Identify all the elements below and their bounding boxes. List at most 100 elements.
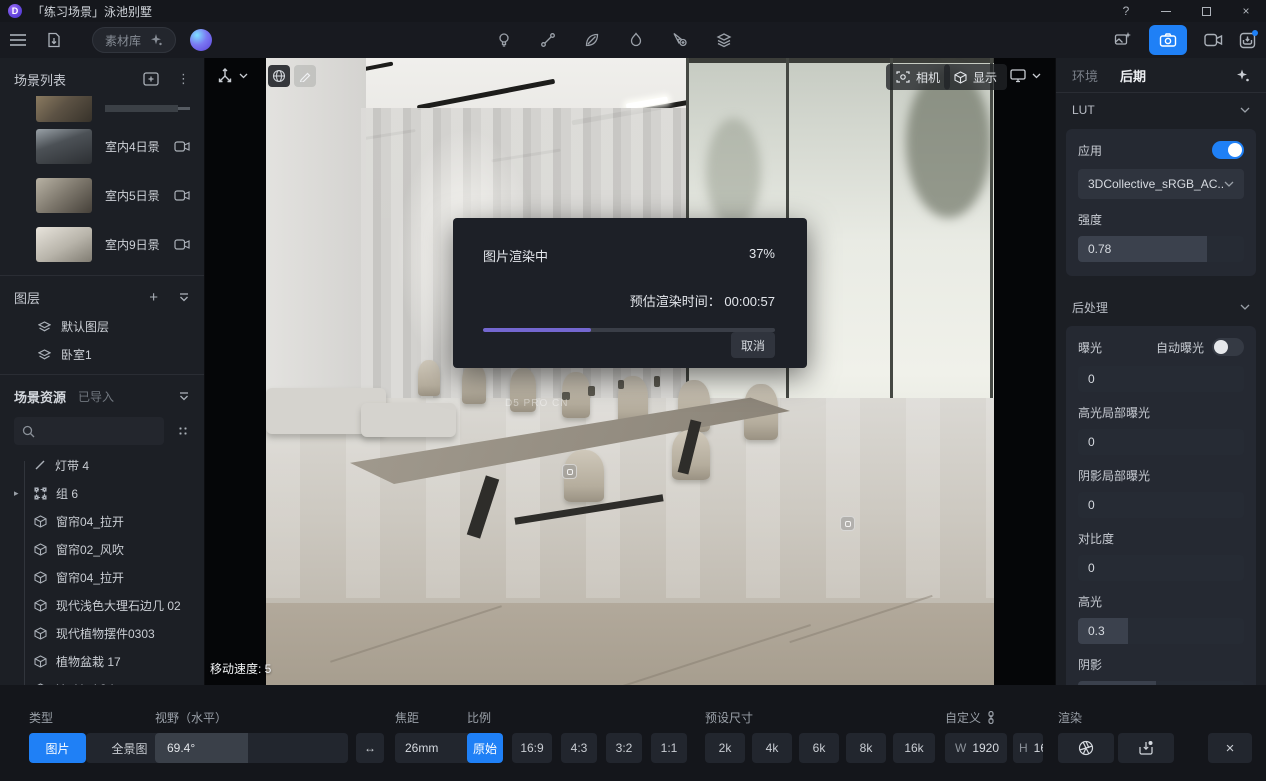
resource-item[interactable]: 窗帘04_拉开 [0,507,204,535]
menu-icon[interactable] [4,26,32,54]
preset-6k-button[interactable]: 6k [799,733,839,763]
render-settings-bar: 类型 图片 全景图 视野（水平） 69.4° ↔ 焦距 26mm 比例 原始 1… [0,685,1266,781]
ratio-16-9-button[interactable]: 16:9 [512,733,552,763]
video-mode-icon[interactable] [1199,26,1227,54]
fov-link-icon[interactable]: ↔ [356,733,384,763]
expand-arrow-icon[interactable]: ▸ [14,488,19,499]
scene-camera-icon[interactable] [174,141,190,152]
ratio-original-button[interactable]: 原始 [467,733,503,763]
scene-item-clipped[interactable] [0,94,204,122]
ratio-4-3-button[interactable]: 4:3 [561,733,597,763]
layers-tool-icon[interactable] [710,26,738,54]
custom-width-input[interactable]: W 1920 [945,733,1007,763]
preset-8k-button[interactable]: 8k [846,733,886,763]
resource-label: 窗帘02_风吹 [56,541,124,558]
lut-strength-slider[interactable]: 0.78 [1078,236,1244,262]
close-window-button[interactable]: × [1226,0,1266,22]
divider [0,374,204,375]
resource-item[interactable]: 现代浅色大理石边几 02 [0,591,204,619]
cancel-render-button[interactable]: 取消 [731,332,775,358]
link-dimensions-icon[interactable] [987,711,995,724]
render-queue-button[interactable] [1239,32,1256,49]
custom-height-input[interactable]: H 16 [1013,733,1043,763]
fov-slider[interactable]: 69.4° [155,733,348,763]
lut-preset-dropdown[interactable]: 3DCollective_sRGB_AC... [1078,169,1244,199]
contrast-slider[interactable]: 0 [1078,555,1244,581]
material-library-button[interactable]: 素材库 [92,27,176,53]
chevron-down-icon[interactable] [1240,107,1250,113]
maximize-button[interactable] [1186,0,1226,22]
highlight-local-slider[interactable]: 0 [1078,429,1244,455]
display-settings-button[interactable]: 显示 [944,64,1007,90]
viewport-3d[interactable]: D5 PRO CN 相机 显示 移动速度: 5 图片渲染中 37% 预估渲染时间… [205,58,1055,685]
scene-item[interactable]: 室内5日景 [0,171,204,220]
type-image-button[interactable]: 图片 [29,733,86,763]
resource-label: 窗帘04_拉开 [56,569,124,586]
globe-environment-button[interactable] [268,65,290,87]
magic-sparkle-icon[interactable] [1235,68,1250,83]
scene-item[interactable]: 室内4日景 [0,122,204,171]
collapse-resources-icon[interactable] [178,392,190,401]
layer-item[interactable]: 默认图层 [0,312,204,340]
photo-mode-button[interactable] [1149,25,1187,55]
render-now-button[interactable] [1058,733,1114,763]
import-icon[interactable] [40,26,68,54]
close-render-bar-button[interactable]: × [1208,733,1252,763]
scene-camera-icon[interactable] [174,239,190,250]
resource-item-group[interactable]: ▸ 组 6 [0,479,204,507]
lut-apply-toggle[interactable] [1212,141,1244,159]
material-tool-icon[interactable] [534,26,562,54]
vegetation-tool-icon[interactable] [578,26,606,54]
preset-16k-button[interactable]: 16k [893,733,935,763]
resource-search-input[interactable] [14,417,164,445]
resource-item[interactable]: 窗帘04_拉开 [0,563,204,591]
preset-2k-button[interactable]: 2k [705,733,745,763]
scene-camera-icon[interactable] [174,190,190,201]
rendered-scene[interactable]: D5 PRO CN [266,58,994,685]
scene-label: 室内9日景 [105,236,174,253]
shadow-local-slider[interactable]: 0 [1078,492,1244,518]
resource-item[interactable]: 植物盆栽 17 [0,647,204,675]
ratio-3-2-button[interactable]: 3:2 [606,733,642,763]
ai-image-icon[interactable] [1109,26,1137,54]
floor-marker-icon[interactable] [840,516,855,531]
search-icon [22,425,35,438]
monitor-view-button[interactable] [1010,68,1041,84]
minimize-button[interactable] [1146,0,1186,22]
model-cube-icon [34,655,47,668]
tab-post[interactable]: 后期 [1120,66,1146,85]
resource-item[interactable]: 窗帘02_风吹 [0,535,204,563]
auto-exposure-toggle[interactable] [1212,338,1244,356]
ai-assistant-orb[interactable] [190,29,212,51]
resource-item[interactable]: 灯带 4 [0,451,204,479]
exposure-slider[interactable]: 0 [1078,366,1244,392]
floor-marker-icon[interactable] [562,464,577,479]
tab-environment[interactable]: 环境 [1072,66,1098,85]
resource-grid-view-icon[interactable] [172,420,194,442]
fov-label: 视野（水平） [155,709,227,726]
add-scene-icon[interactable] [143,72,159,86]
display-settings-label: 显示 [973,69,997,86]
camera-settings-button[interactable]: 相机 [886,64,950,90]
highlights-slider[interactable]: 0.3 [1078,618,1244,644]
brush-tool-button[interactable] [294,65,316,87]
resource-item[interactable]: 现代植物摆件0303 [0,619,204,647]
chevron-down-icon[interactable] [1240,304,1250,310]
help-button[interactable]: ? [1106,0,1146,22]
scene-item[interactable]: 室内9日景 [0,220,204,269]
imported-tab[interactable]: 已导入 [78,388,114,405]
select-add-tool-icon[interactable] [666,26,694,54]
ratio-1-1-button[interactable]: 1:1 [651,733,687,763]
effects-tool-icon[interactable] [622,26,650,54]
lut-section-title: LUT [1072,103,1095,117]
focal-value: 26mm [405,741,438,755]
layer-item[interactable]: 卧室1 [0,340,204,368]
save-render-button[interactable] [1118,733,1174,763]
light-tool-icon[interactable] [490,26,518,54]
collapse-layers-icon[interactable] [178,293,190,302]
scene-list-menu-icon[interactable]: ⋮ [177,71,190,87]
preset-4k-button[interactable]: 4k [752,733,792,763]
gizmo-mode-button[interactable] [215,66,248,86]
scene-label: 室内4日景 [105,138,174,155]
add-layer-icon[interactable]: + [149,289,158,306]
